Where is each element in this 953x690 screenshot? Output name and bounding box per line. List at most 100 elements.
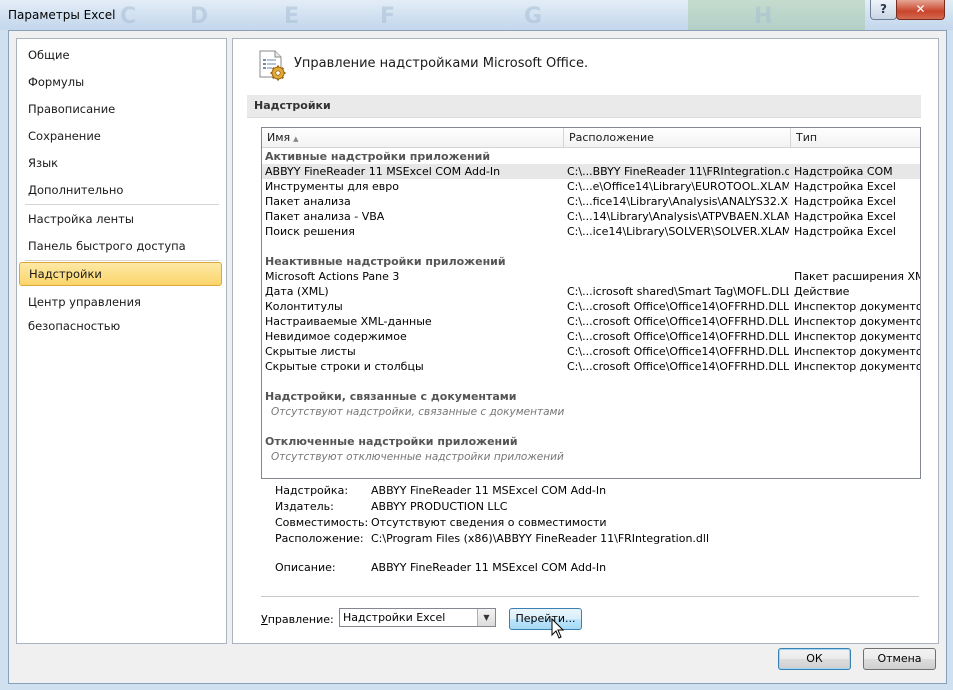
table-row[interactable]: Поиск решения C:\...ice14\Library\SOLVER… [262,224,920,239]
nav-item-advanced[interactable]: Дополнительно [19,178,222,202]
nav-item-quick-access-toolbar[interactable]: Панель быстрого доступа [19,234,222,258]
detail-addin-value: ABBYY FineReader 11 MSExcel COM Add-In [371,484,607,497]
column-header-type[interactable]: Тип [791,128,920,147]
row-name: Настраиваемые XML-данные [265,315,432,328]
help-button[interactable]: ? [870,0,897,20]
table-row[interactable]: Колонтитулы C:\...crosoft Office\Office1… [262,299,920,314]
divider [261,596,919,597]
nav-divider [25,260,219,261]
group-empty-note: Отсутствуют отключенные надстройки прило… [271,451,564,463]
table-row[interactable]: Пакет анализа C:\...fice14\Library\Analy… [262,194,920,209]
sort-asc-icon: ▲ [293,135,299,143]
table-row[interactable]: ABBYY FineReader 11 MSExcel COM Add-In C… [262,164,920,179]
bg-col: C [120,4,137,29]
close-button[interactable]: ✕ [896,0,945,20]
nav-divider [25,204,219,205]
row-name: Скрытые листы [265,345,356,358]
row-location: C:\...crosoft Office\Office14\OFFRHD.DLL [567,345,789,358]
row-name: Microsoft Actions Pane 3 [265,270,400,283]
cancel-button[interactable]: Отмена [863,648,936,670]
window-frame: Общие Формулы Правописание Сохранение Яз… [0,30,953,690]
row-type: Инспектор документов [794,360,920,373]
column-name-label: Имя [267,131,291,144]
detail-publisher-label: Издатель: [275,500,334,513]
bg-col: G [524,4,543,29]
row-location: C:\...crosoft Office\Office14\OFFRHD.DLL [567,315,789,328]
detail-description-value: ABBYY FineReader 11 MSExcel COM Add-In [371,561,607,574]
detail-addin-label: Надстройка: [275,484,349,497]
group-title-disabled: Отключенные надстройки приложений [265,435,518,448]
row-location: C:\...fice14\Library\Analysis\ANALYS32.X… [567,195,789,208]
manage-label-accesskey: У [261,613,268,626]
ok-button[interactable]: ОК [778,648,851,670]
row-type: Надстройка Excel [794,225,896,238]
row-type: Инспектор документов [794,345,920,358]
table-row[interactable]: Скрытые строки и столбцы C:\...crosoft O… [262,359,920,374]
bg-col: E [284,4,300,29]
nav-item-formulas[interactable]: Формулы [19,70,222,94]
detail-location-label: Расположение: [275,532,364,545]
table-row[interactable]: Скрытые листы C:\...crosoft Office\Offic… [262,344,920,359]
manage-select[interactable]: Надстройки Excel ▼ [339,608,496,627]
addins-gear-icon [259,50,286,81]
background-column-headers: C D E F G H [120,4,794,29]
row-name: Инструменты для евро [265,180,399,193]
row-name: Дата (XML) [265,285,329,298]
nav-item-language[interactable]: Язык [19,151,222,175]
nav-item-general[interactable]: Общие [19,43,222,67]
detail-compat-value: Отсутствуют сведения о совместимости [371,516,607,529]
go-button[interactable]: Перейти... [509,608,582,630]
group-title-document: Надстройки, связанные с документами [265,390,517,403]
nav-item-customize-ribbon[interactable]: Настройка ленты [19,207,222,231]
table-row[interactable]: Дата (XML) C:\...icrosoft shared\Smart T… [262,284,920,299]
list-header: Имя ▲ Расположение Тип [262,128,920,148]
table-row[interactable]: Пакет анализа - VBA C:\...14\Library\Ana… [262,209,920,224]
bg-col: F [380,4,396,29]
options-dialog: Общие Формулы Правописание Сохранение Яз… [8,30,947,684]
row-name: Пакет анализа [265,195,351,208]
table-row[interactable]: Microsoft Actions Pane 3 Пакет расширени… [262,269,920,284]
row-name: ABBYY FineReader 11 MSExcel COM Add-In [265,165,501,178]
row-type: Пакет расширения XML [794,270,920,283]
bg-col: D [190,4,209,29]
addins-list[interactable]: Имя ▲ Расположение Тип Активные надстройк… [261,127,921,479]
group-title-active: Активные надстройки приложений [265,150,491,163]
detail-publisher-value: ABBYY PRODUCTION LLC [371,500,508,513]
column-header-location[interactable]: Расположение [564,128,791,147]
table-row[interactable]: Невидимое содержимое C:\...crosoft Offic… [262,329,920,344]
row-location: C:\...crosoft Office\Office14\OFFRHD.DLL [567,360,789,373]
row-location: C:\...crosoft Office\Office14\OFFRHD.DLL [567,330,789,343]
section-title: Надстройки [254,99,331,112]
nav-item-proofing[interactable]: Правописание [19,97,222,121]
nav-item-addins[interactable]: Надстройки [19,262,222,286]
row-location: C:\...e\Office14\Library\EUROTOOL.XLAM [567,180,789,193]
table-row[interactable]: Настраиваемые XML-данные C:\...crosoft O… [262,314,920,329]
row-name: Скрытые строки и столбцы [265,360,424,373]
row-name: Пакет анализа - VBA [265,210,385,223]
nav-item-trust-center[interactable]: Центр управления безопасностью [19,290,222,333]
row-type: Инспектор документов [794,300,920,313]
detail-compat-label: Совместимость: [275,516,369,529]
manage-label-text: правление: [267,613,334,626]
detail-location-value: C:\Program Files (x86)\ABBYY FineReader … [371,532,710,545]
row-location: C:\...icrosoft shared\Smart Tag\MOFL.DLL [567,285,789,298]
manage-select-value: Надстройки Excel [343,611,446,624]
row-type: Инспектор документов [794,330,920,343]
bg-col: H [754,4,773,29]
table-row[interactable]: Инструменты для евро C:\...e\Office14\Li… [262,179,920,194]
options-nav: Общие Формулы Правописание Сохранение Яз… [16,38,227,644]
row-name: Колонтитулы [265,300,343,313]
row-type: Надстройка Excel [794,195,896,208]
detail-description-label: Описание: [275,561,336,574]
row-type: Надстройка Excel [794,210,896,223]
mouse-pointer-icon [551,618,565,639]
chevron-down-icon[interactable]: ▼ [477,609,495,626]
row-name: Поиск решения [265,225,355,238]
manage-label: Управление: [261,613,334,626]
row-type: Инспектор документов [794,315,920,328]
row-location: C:\...ice14\Library\SOLVER\SOLVER.XLAM [567,225,789,238]
row-name: Невидимое содержимое [265,330,407,343]
title-bar: C D E F G H Параметры Excel ? ✕ [0,0,953,30]
column-header-name[interactable]: Имя ▲ [262,128,564,147]
nav-item-save[interactable]: Сохранение [19,124,222,148]
